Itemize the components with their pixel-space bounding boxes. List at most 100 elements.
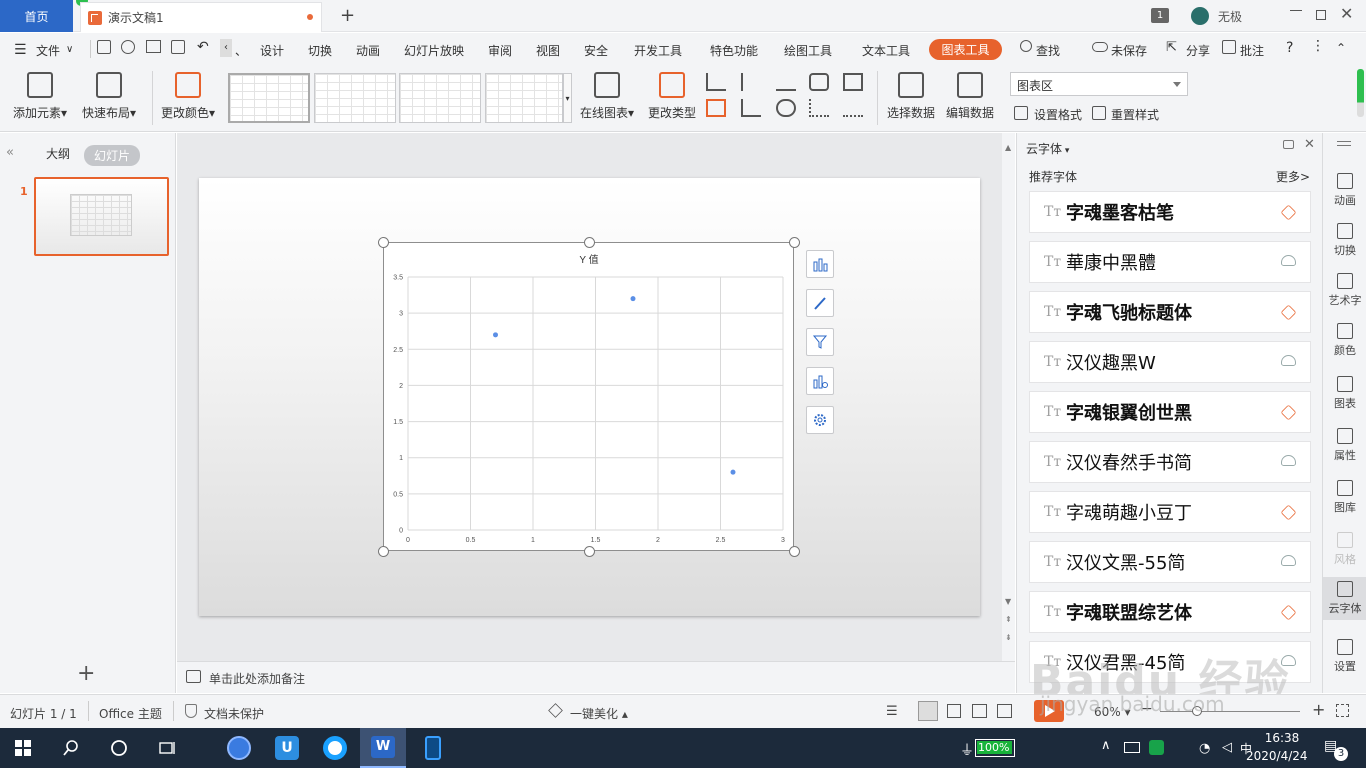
menu-text-tools[interactable]: 文本工具 — [862, 42, 910, 59]
close-panel-icon[interactable]: ✕ — [1304, 137, 1315, 152]
cortana-button[interactable] — [96, 728, 142, 768]
print-icon[interactable] — [146, 40, 161, 53]
menu-slideshow[interactable]: 幻灯片放映 — [404, 42, 464, 59]
preview-icon[interactable] — [171, 40, 185, 54]
quick-layout-button[interactable]: 快速布局▾ — [82, 72, 136, 121]
sidebar-item-chart[interactable]: 图表 — [1323, 376, 1366, 411]
font-card[interactable]: Tт 字魂墨客枯笔 — [1029, 191, 1311, 233]
scroll-up-icon[interactable]: ▲ — [1005, 143, 1011, 152]
chevron-down-icon[interactable]: ∨ — [66, 44, 73, 55]
notes-placeholder[interactable]: 单击此处添加备注 — [209, 670, 305, 687]
tab-slides[interactable]: 幻灯片 — [84, 145, 141, 166]
minimize-icon[interactable] — [1290, 10, 1302, 11]
share-icon[interactable]: ⇱ — [1166, 40, 1177, 55]
premium-font-icon[interactable] — [1280, 304, 1297, 321]
app-2-button[interactable]: U — [264, 728, 310, 768]
chart-filter-button[interactable] — [806, 328, 834, 356]
tab-chart-tools[interactable]: 图表工具 — [929, 39, 1002, 60]
add-element-button[interactable]: 添加元素▾ — [13, 72, 67, 121]
reset-style-button[interactable]: 重置样式 — [1111, 106, 1159, 123]
browser-button[interactable] — [312, 728, 358, 768]
search-taskbar-button[interactable] — [48, 728, 94, 768]
font-card[interactable]: Tт 字魂飞驰标题体 — [1029, 291, 1311, 333]
zoom-in-button[interactable]: + — [1312, 700, 1325, 719]
online-chart-button[interactable]: 在线图表▾ — [580, 72, 634, 121]
sidebar-item-transition[interactable]: 切换 — [1323, 223, 1366, 258]
hamburger-icon[interactable]: ☰ — [14, 42, 27, 58]
resize-handle-se[interactable] — [789, 546, 800, 557]
format-icon[interactable] — [1014, 106, 1028, 120]
start-button[interactable] — [0, 728, 46, 768]
menu-view[interactable]: 视图 — [536, 42, 560, 59]
collapse-ribbon-icon[interactable]: ⌃ — [1336, 41, 1346, 55]
chart-object[interactable]: Y 值 0 0.5 1 1.5 2 2.5 3 3.5 0 0.5 1 1.5 2 2.5 3 — [383, 242, 794, 551]
scatter-point[interactable] — [630, 296, 636, 302]
stock-chart-icon[interactable] — [741, 99, 761, 117]
chart-style-button[interactable] — [806, 289, 834, 317]
cloud-download-icon[interactable] — [1281, 355, 1296, 366]
line-chart-icon[interactable] — [776, 73, 796, 91]
battery-indicator[interactable]: 100% — [975, 739, 1015, 757]
scatter-chart-icon[interactable] — [809, 99, 829, 117]
font-card[interactable]: Tт 華康中黑體 — [1029, 241, 1311, 283]
menu-features[interactable]: 特色功能 — [710, 42, 758, 59]
menu-animation[interactable]: 动画 — [356, 42, 380, 59]
area-chart-icon[interactable] — [843, 73, 863, 91]
user-name[interactable]: 无极 — [1218, 8, 1242, 25]
menu-review[interactable]: 审阅 — [488, 42, 512, 59]
phone-app-button[interactable] — [410, 728, 456, 768]
sidebar-item-animation[interactable]: 动画 — [1323, 173, 1366, 208]
chevron-up-icon[interactable]: ∧ — [1101, 738, 1111, 753]
window-count-badge[interactable]: 1 — [1151, 8, 1169, 23]
add-slide-button[interactable]: + — [77, 661, 95, 686]
avatar[interactable] — [1191, 7, 1209, 25]
set-format-button[interactable]: 设置格式 — [1034, 106, 1082, 123]
wps-button[interactable]: W — [360, 728, 406, 768]
export-icon[interactable] — [121, 40, 135, 54]
menu-file[interactable]: 文件 — [36, 42, 60, 59]
resize-handle-s[interactable] — [584, 546, 595, 557]
scroll-left-icon[interactable]: ‹ — [220, 39, 232, 57]
edit-data-button[interactable]: 编辑数据 — [946, 72, 994, 121]
sidebar-item-cloud-font[interactable]: 云字体 — [1323, 577, 1366, 620]
chart-element-select[interactable]: 图表区 — [1010, 72, 1188, 96]
scatter-point[interactable] — [730, 469, 736, 475]
sidebar-item-color[interactable]: 颜色 — [1323, 323, 1366, 358]
bar-chart-icon[interactable] — [741, 73, 761, 91]
menu-lines-icon[interactable] — [1337, 141, 1351, 146]
reading-view-icon[interactable] — [972, 704, 987, 718]
close-icon[interactable]: ✕ — [1340, 4, 1353, 23]
theme-name[interactable]: Office 主题 — [99, 705, 162, 722]
chart-elements-button[interactable] — [806, 250, 834, 278]
font-card[interactable]: Tт 字魂银翼创世黑 — [1029, 391, 1311, 433]
normal-view-icon[interactable] — [918, 701, 938, 721]
share-label[interactable]: 分享 — [1186, 42, 1210, 59]
help-icon[interactable]: ? — [1286, 40, 1293, 56]
next-slide-icon[interactable]: ⇟ — [1005, 633, 1012, 642]
feedback-icon[interactable] — [1283, 140, 1294, 149]
premium-font-icon[interactable] — [1280, 204, 1297, 221]
font-card[interactable]: Tт 汉仪趣黑W — [1029, 341, 1311, 383]
volume-icon[interactable]: ◁ — [1222, 740, 1232, 755]
more-icon[interactable]: ⋮ — [1311, 38, 1325, 54]
menu-design[interactable]: 设计 — [260, 42, 284, 59]
change-color-button[interactable]: 更改颜色▾ — [161, 72, 215, 121]
change-type-button[interactable]: 更改类型 — [648, 72, 696, 121]
collapse-panel-icon[interactable]: « — [6, 145, 14, 160]
premium-font-icon[interactable] — [1280, 504, 1297, 521]
network-icon[interactable]: ◔ — [1199, 741, 1210, 756]
notes-toggle-icon[interactable]: ☰ — [886, 704, 898, 719]
cloud-icon[interactable] — [1092, 42, 1108, 52]
comment-icon[interactable] — [1222, 40, 1236, 54]
slide-thumbnail[interactable] — [34, 177, 169, 256]
clock-date[interactable]: 2020/4/24 — [1246, 749, 1308, 763]
sidebar-item-gallery[interactable]: 图库 — [1323, 480, 1366, 515]
scroll-down-icon[interactable]: ▼ — [1005, 597, 1011, 606]
scatter-point[interactable] — [493, 332, 498, 338]
font-card[interactable]: Tт 字魂联盟综艺体 — [1029, 591, 1311, 633]
menu-developer[interactable]: 开发工具 — [634, 42, 682, 59]
save-icon[interactable] — [97, 40, 111, 54]
online-chart-side-button[interactable] — [806, 367, 834, 395]
chart-settings-button[interactable] — [806, 406, 834, 434]
premium-font-icon[interactable] — [1280, 404, 1297, 421]
